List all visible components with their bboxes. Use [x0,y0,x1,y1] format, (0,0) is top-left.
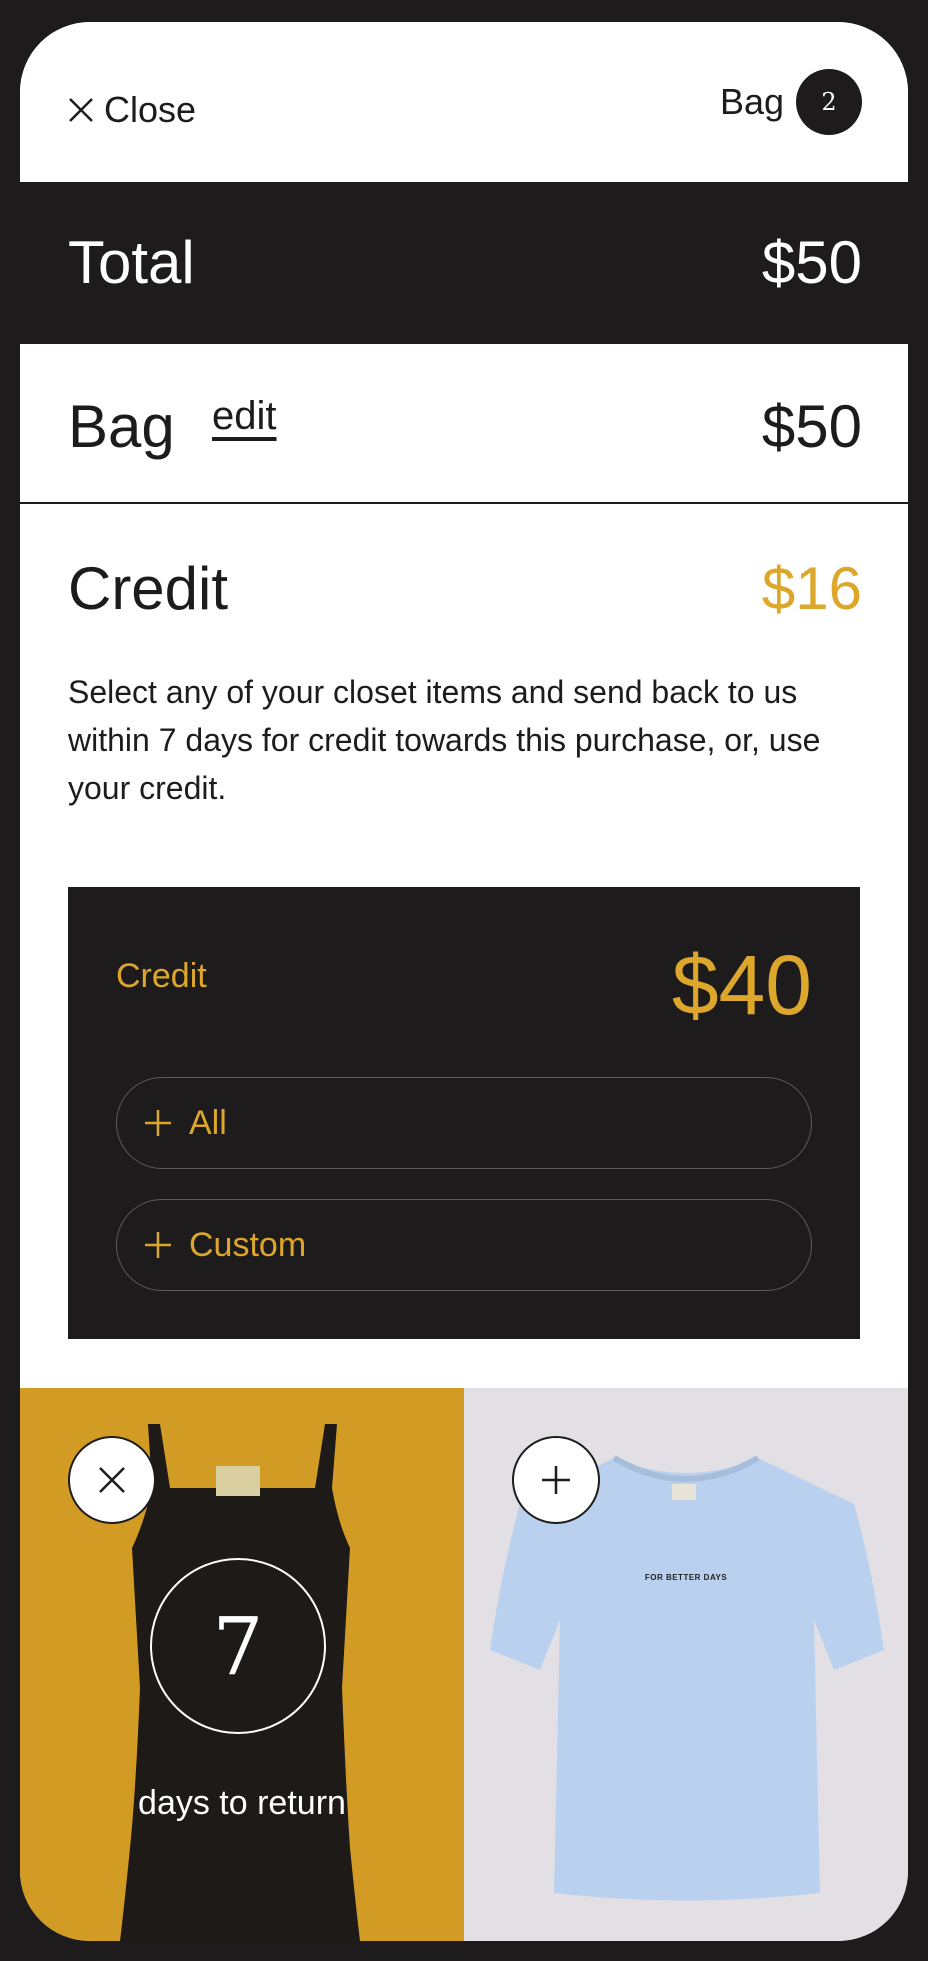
close-icon [99,1467,125,1493]
close-button[interactable]: Close [66,85,196,135]
product-tile-tank-top[interactable]: 7 days to return [20,1388,464,1941]
bag-subtotal-label: Bag [68,393,175,460]
bag-button[interactable]: Bag 2 [720,69,862,135]
plus-icon [542,1466,570,1494]
credit-card: Credit $40 All Custom [68,887,860,1339]
credit-card-title: Credit [116,957,207,995]
add-custom-button[interactable]: Custom [116,1199,812,1291]
total-label: Total [68,229,195,296]
days-to-return-circle: 7 [150,1558,326,1734]
credit-card-amount: $40 [671,938,812,1032]
product-grid: 7 days to return FOR BETTER DAYS [20,1388,908,1941]
total-amount: $50 [761,229,862,296]
credit-label: Credit [68,555,229,622]
add-all-label: All [189,1103,227,1142]
plus-icon [145,1232,171,1258]
days-to-return-text: days to return [138,1784,346,1822]
days-number: 7 [212,1599,264,1693]
tshirt-print-text: FOR BETTER DAYS [644,1573,728,1582]
product-tile-tshirt[interactable]: FOR BETTER DAYS [464,1388,908,1941]
plus-icon [145,1110,171,1136]
close-label: Close [104,89,197,130]
bag-row: Bag edit $50 [20,344,908,504]
add-custom-label: Custom [189,1225,307,1264]
add-item-button[interactable] [512,1436,600,1524]
bag-subtotal-amount: $50 [761,393,862,460]
phone-frame: Close Bag 2 Total $50 Bag edit $50 Credi… [0,0,928,1961]
bag-count-badge: 2 [796,69,862,135]
remove-item-button[interactable] [68,1436,156,1524]
edit-bag-link[interactable]: edit [212,394,277,439]
screen: Close Bag 2 Total $50 Bag edit $50 Credi… [20,22,908,1941]
credit-description: Select any of your closet items and send… [68,674,821,806]
add-all-button[interactable]: All [116,1077,812,1169]
bag-label: Bag [719,81,784,122]
credit-amount: $16 [761,555,862,622]
top-bar: Close Bag 2 [20,22,908,180]
close-icon [69,98,93,122]
total-row: Total $50 [20,182,908,344]
